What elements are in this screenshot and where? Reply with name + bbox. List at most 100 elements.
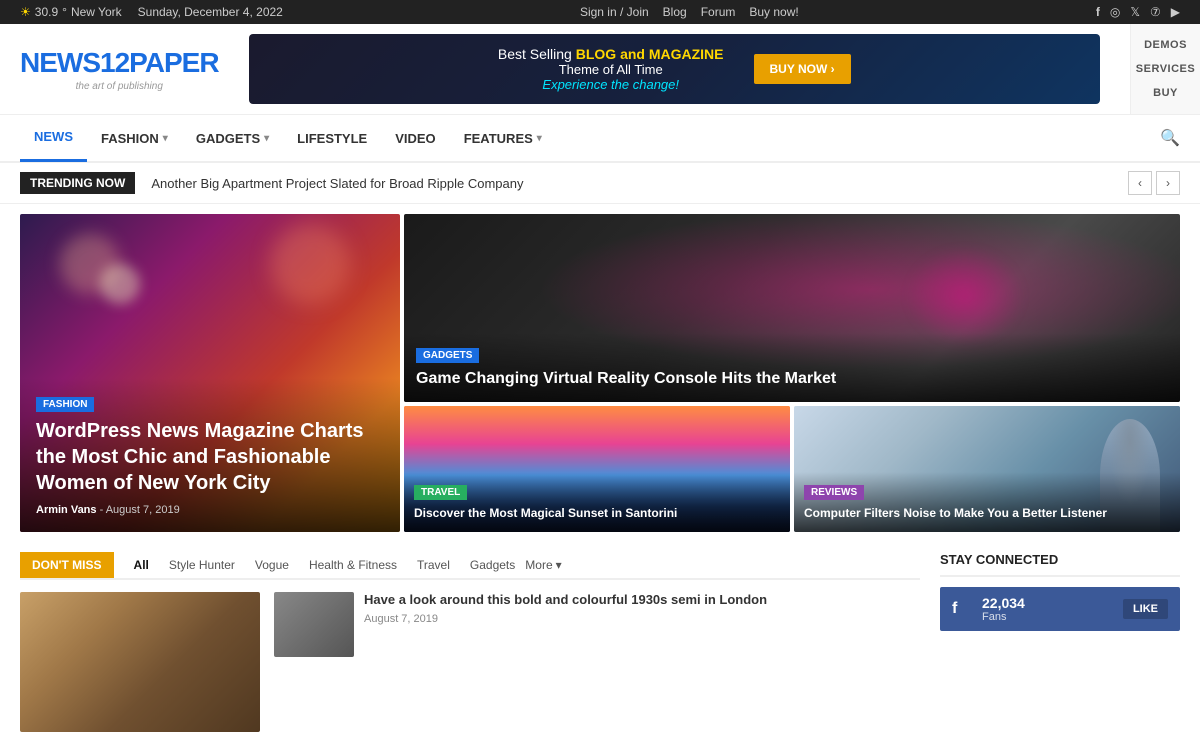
date: Sunday, December 4, 2022 (138, 5, 283, 19)
tab-travel[interactable]: Travel (407, 552, 460, 578)
demos-menu-item[interactable]: DEMOS (1144, 39, 1187, 51)
facebook-icon: f (952, 600, 972, 618)
youtube-top-icon[interactable]: ▶ (1171, 5, 1180, 19)
signin-link[interactable]: Sign in / Join (580, 5, 649, 19)
weather-icon: ☀ (20, 5, 31, 19)
nav-fashion[interactable]: FASHION ▾ (87, 114, 182, 162)
tab-vogue[interactable]: Vogue (245, 552, 299, 578)
santorini-title: Discover the Most Magical Sunset in Sant… (414, 506, 780, 522)
facebook-like-button[interactable]: LIKE (1123, 599, 1168, 619)
dm-title-london: Have a look around this bold and colourf… (364, 592, 767, 609)
nav-video[interactable]: VIDEO (381, 114, 449, 162)
featured-category: FASHION (36, 397, 94, 412)
side-menu: DEMOS SERVICES BUY (1130, 24, 1200, 114)
buynow-link[interactable]: Buy now! (749, 5, 798, 19)
dont-miss-grid: Have a look around this bold and colourf… (20, 592, 920, 732)
featured-overlay: FASHION WordPress News Magazine Charts t… (20, 378, 400, 532)
social-icons-top: f ◎ 𝕏 ⑦ ▶ (1096, 5, 1180, 19)
main-content-grid: FASHION WordPress News Magazine Charts t… (0, 204, 1200, 542)
stay-connected-section: STAY CONNECTED f 22,034 Fans LIKE t 5,41… (940, 552, 1180, 732)
trending-prev-button[interactable]: ‹ (1128, 171, 1152, 195)
twitter-top-icon[interactable]: 𝕏 (1130, 5, 1140, 19)
computer-title: Computer Filters Noise to Make You a Bet… (804, 506, 1170, 522)
bottom-section: DON'T MISS All Style Hunter Vogue Health… (0, 542, 1200, 742)
trending-nav: ‹ › (1128, 171, 1180, 195)
dm-thumb-london (274, 592, 354, 657)
ad-line1: Best Selling BLOG and MAGAZINE (498, 46, 724, 62)
ad-buy-button[interactable]: BUY NOW › (754, 54, 851, 84)
nav-lifestyle[interactable]: LIFESTYLE (283, 114, 381, 162)
ad-line3: Experience the change! (498, 77, 724, 92)
ad-line2: Theme of All Time (498, 62, 724, 77)
nav-fashion-arrow: ▾ (163, 133, 168, 144)
dm-article-london[interactable]: Have a look around this bold and colourf… (274, 592, 767, 732)
tab-all[interactable]: All (124, 552, 159, 578)
vr-category: GADGETS (416, 348, 479, 363)
vr-title: Game Changing Virtual Reality Console Hi… (416, 369, 1168, 390)
nav-gadgets-arrow: ▾ (264, 133, 269, 144)
bottom-cards: TRAVEL Discover the Most Magical Sunset … (404, 406, 1180, 532)
computer-card[interactable]: REVIEWS Computer Filters Noise to Make Y… (794, 406, 1180, 532)
logo-paper: PAPER (129, 47, 218, 78)
dont-miss-label: DON'T MISS (20, 552, 114, 578)
top-bar: ☀ 30.9 ° New York Sunday, December 4, 20… (0, 0, 1200, 24)
featured-meta: Armin Vans - August 7, 2019 (36, 504, 384, 516)
forum-link[interactable]: Forum (701, 5, 736, 19)
tab-more[interactable]: More ▾ (525, 558, 561, 572)
vr-overlay: GADGETS Game Changing Virtual Reality Co… (404, 333, 1180, 402)
vimeo-top-icon[interactable]: ⑦ (1150, 5, 1161, 19)
facebook-top-icon[interactable]: f (1096, 5, 1100, 19)
weather-widget: ☀ 30.9 ° New York (20, 5, 122, 19)
santorini-overlay: TRAVEL Discover the Most Magical Sunset … (404, 472, 790, 532)
trending-bar: TRENDING NOW Another Big Apartment Proje… (0, 163, 1200, 204)
ad-banner[interactable]: Best Selling BLOG and MAGAZINE Theme of … (249, 34, 1100, 104)
facebook-row[interactable]: f 22,034 Fans LIKE (940, 587, 1180, 631)
top-bar-left: ☀ 30.9 ° New York Sunday, December 4, 20… (20, 5, 283, 19)
facebook-count: 22,034 (982, 595, 1113, 611)
featured-title: WordPress News Magazine Charts the Most … (36, 418, 384, 496)
tab-gadgets[interactable]: Gadgets (460, 552, 525, 578)
facebook-label: Fans (982, 611, 1113, 623)
tab-health-fitness[interactable]: Health & Fitness (299, 552, 407, 578)
featured-date: August 7, 2019 (106, 504, 180, 516)
temperature: 30.9 (35, 5, 58, 19)
tab-style-hunter[interactable]: Style Hunter (159, 552, 245, 578)
featured-author: Armin Vans (36, 504, 97, 516)
top-bar-links: Sign in / Join Blog Forum Buy now! (580, 5, 799, 19)
services-menu-item[interactable]: SERVICES (1136, 63, 1195, 75)
trending-next-button[interactable]: › (1156, 171, 1180, 195)
nav-gadgets[interactable]: GADGETS ▾ (182, 114, 283, 162)
nav-news[interactable]: NEWS (20, 114, 87, 162)
santorini-card[interactable]: TRAVEL Discover the Most Magical Sunset … (404, 406, 790, 532)
nav-fashion-label: FASHION (101, 131, 159, 146)
blog-link[interactable]: Blog (663, 5, 687, 19)
temp-unit: ° (62, 5, 67, 19)
logo-area[interactable]: NEWS12PAPER the art of publishing (20, 47, 219, 92)
nav-lifestyle-label: LIFESTYLE (297, 131, 367, 146)
buy-menu-item[interactable]: BUY (1153, 87, 1178, 99)
instagram-top-icon[interactable]: ◎ (1110, 5, 1120, 19)
section-tabs: DON'T MISS All Style Hunter Vogue Health… (20, 552, 920, 580)
trending-label: TRENDING NOW (20, 172, 135, 194)
dm-meta-london: August 7, 2019 (364, 613, 767, 625)
dm-large-image[interactable] (20, 592, 260, 732)
logo-text: NEWS12PAPER (20, 47, 219, 79)
nav-news-label: NEWS (34, 129, 73, 144)
nav-video-label: VIDEO (395, 131, 435, 146)
vr-card[interactable]: GADGETS Game Changing Virtual Reality Co… (404, 214, 1180, 402)
chevron-down-icon: ▾ (556, 558, 562, 572)
computer-category: REVIEWS (804, 485, 864, 500)
dont-miss-section: DON'T MISS All Style Hunter Vogue Health… (20, 552, 920, 732)
dm-text-london: Have a look around this bold and colourf… (364, 592, 767, 625)
logo-tagline: the art of publishing (20, 81, 219, 92)
ad-content: Best Selling BLOG and MAGAZINE Theme of … (498, 46, 724, 92)
featured-large-card[interactable]: FASHION WordPress News Magazine Charts t… (20, 214, 400, 532)
nav-gadgets-label: GADGETS (196, 131, 260, 146)
computer-overlay: REVIEWS Computer Filters Noise to Make Y… (794, 472, 1180, 532)
right-grid: GADGETS Game Changing Virtual Reality Co… (404, 214, 1180, 532)
search-button[interactable]: 🔍 (1160, 128, 1180, 148)
logo-number: 12 (100, 47, 129, 78)
nav-features-arrow: ▾ (537, 133, 542, 144)
trending-text: Another Big Apartment Project Slated for… (151, 176, 1112, 191)
nav-features[interactable]: FEATURES ▾ (450, 114, 556, 162)
